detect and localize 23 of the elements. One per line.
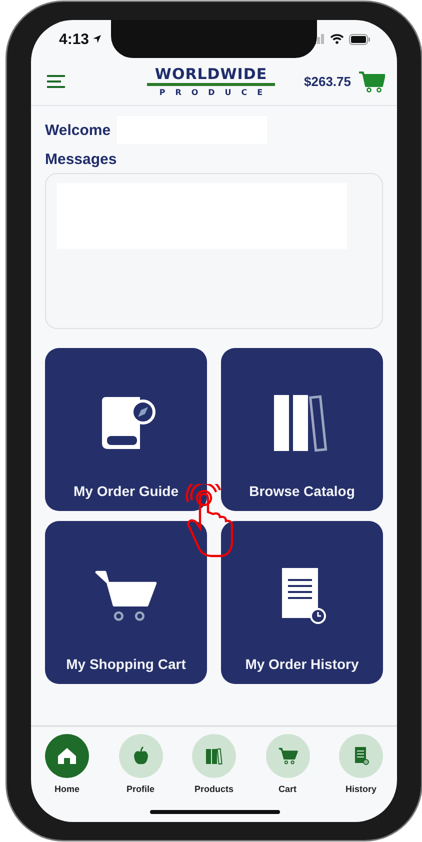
- house-icon: [57, 746, 77, 766]
- tab-bar-item[interactable]: Cart: [262, 734, 312, 822]
- battery-icon: [349, 34, 371, 44]
- tab-bar-item[interactable]: History: [336, 734, 386, 822]
- status-time: 4:13: [59, 30, 90, 48]
- location-arrow-icon: [92, 34, 102, 44]
- cart-total: $263.75: [304, 74, 351, 89]
- welcome-label: Welcome: [45, 122, 111, 138]
- books-icon: [204, 746, 224, 766]
- menu-tile[interactable]: My Order Guide: [45, 348, 207, 511]
- logo: WORLDWIDE PRODUCE: [147, 66, 275, 96]
- tab-bar-item[interactable]: Home: [42, 734, 92, 822]
- menu-icon[interactable]: [47, 75, 65, 88]
- messages-heading: Messages: [45, 151, 118, 168]
- menu-tile[interactable]: My Order History: [221, 521, 383, 684]
- menu-tile[interactable]: My Shopping Cart: [45, 521, 207, 684]
- tap-gesture-icon: [184, 484, 236, 558]
- cart-icon[interactable]: [359, 70, 385, 92]
- wifi-icon: [330, 34, 344, 44]
- menu-tile[interactable]: Browse Catalog: [221, 348, 383, 511]
- cart-icon: [278, 746, 298, 766]
- tab-bar-item[interactable]: Products: [189, 734, 239, 822]
- tab-bar-item[interactable]: Profile: [116, 734, 166, 822]
